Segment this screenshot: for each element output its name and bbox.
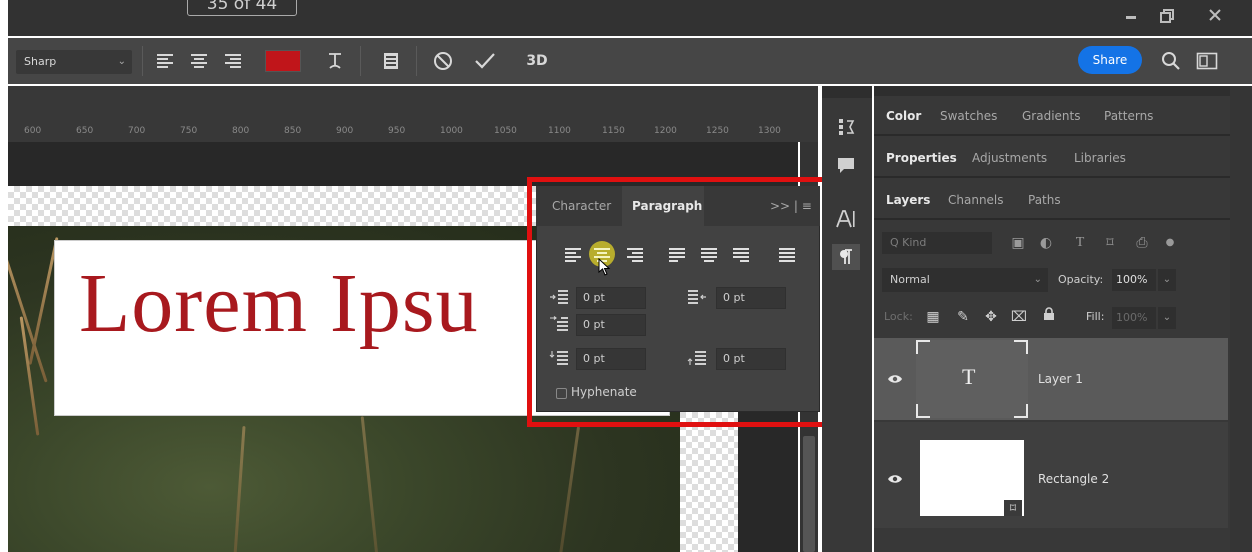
tab-layers[interactable]: Layers (886, 180, 930, 220)
shape-badge-icon: ⌑ (1004, 500, 1022, 516)
tab-channels[interactable]: Channels (948, 180, 1004, 220)
lock-position-icon[interactable]: ✥ (982, 306, 1000, 328)
warp-text-button[interactable] (322, 48, 348, 74)
tab-swatches[interactable]: Swatches (940, 96, 997, 136)
visibility-eye-icon[interactable] (886, 470, 904, 488)
commit-edits-button[interactable] (472, 48, 498, 74)
create-3d-button[interactable]: 3D (524, 48, 550, 74)
canvas-text[interactable]: Lorem Ipsu (79, 255, 479, 352)
opacity-label: Opacity: (1058, 273, 1104, 286)
align-right-button[interactable] (220, 48, 246, 74)
cancel-icon (434, 52, 452, 70)
ruler-label: 1300 (758, 126, 781, 136)
opacity-field[interactable]: 100% (1112, 269, 1156, 291)
ruler-label: 800 (232, 126, 250, 136)
pixel-filter-icon[interactable]: ▣ (1008, 232, 1028, 254)
lock-transparent-icon[interactable]: ▦ (924, 306, 942, 328)
search-button[interactable] (1158, 48, 1184, 74)
tab-properties[interactable]: Properties (886, 138, 957, 178)
text-color-swatch[interactable] (265, 50, 301, 72)
align-left-icon (157, 54, 173, 68)
ruler-label: 950 (388, 126, 406, 136)
shape-filter-icon[interactable]: ⌑ (1100, 232, 1120, 254)
tab-libraries[interactable]: Libraries (1074, 138, 1126, 178)
blend-mode-select[interactable]: Normal ⌄ (882, 268, 1048, 292)
ruler-label: 1100 (548, 126, 571, 136)
panels-icon (384, 53, 398, 69)
lock-artboard-icon[interactable]: ⌧ (1010, 306, 1028, 328)
character-panel-icon[interactable] (832, 206, 860, 232)
color-panel-group: Color Swatches Gradients Patterns ≡ (874, 96, 1252, 136)
lock-all-icon[interactable] (1040, 306, 1058, 328)
fill-field[interactable]: 100% (1112, 307, 1156, 329)
ruler-label: 850 (284, 126, 302, 136)
ruler-label: 650 (76, 126, 94, 136)
lock-label: Lock: (884, 310, 913, 323)
annotation-highlight-box (527, 177, 831, 427)
lock-pixels-icon[interactable]: ✎ (954, 306, 972, 328)
comments-icon[interactable] (832, 152, 860, 178)
ruler-label: 600 (24, 126, 42, 136)
toolbar-divider (416, 46, 417, 76)
chevron-down-icon: ⌄ (1033, 274, 1042, 285)
ruler-label: 1050 (494, 126, 517, 136)
fill-label: Fill: (1086, 310, 1105, 323)
visibility-eye-icon[interactable] (886, 370, 904, 388)
align-left-button[interactable] (152, 48, 178, 74)
character-paragraph-panel-button[interactable] (378, 48, 404, 74)
antialias-select[interactable]: Sharp ⌄ (16, 50, 132, 74)
minimize-icon[interactable] (1120, 8, 1142, 26)
warp-text-icon (329, 53, 341, 69)
search-icon (1162, 52, 1180, 70)
opacity-dropdown-icon[interactable]: ⌄ (1158, 269, 1176, 291)
scrollbar-thumb[interactable] (803, 436, 815, 552)
ruler-label: 750 (180, 126, 198, 136)
align-center-button[interactable] (186, 48, 212, 74)
layer-name[interactable]: Layer 1 (1038, 372, 1083, 386)
adjustment-filter-icon[interactable]: ◐ (1036, 232, 1056, 254)
layer-filter-kind[interactable]: Q Kind (882, 232, 992, 254)
fill-dropdown-icon[interactable]: ⌄ (1158, 307, 1176, 329)
tab-patterns[interactable]: Patterns (1104, 96, 1153, 136)
smart-object-filter-icon[interactable]: ⎙ (1132, 232, 1152, 254)
chevron-down-icon: ⌄ (117, 56, 126, 67)
collapse-arrows-icon[interactable] (822, 86, 872, 98)
checkmark-icon (475, 53, 495, 69)
align-center-icon (191, 54, 207, 68)
ruler-label: 1200 (654, 126, 677, 136)
type-layer-icon: T (962, 364, 976, 389)
close-icon[interactable] (1204, 8, 1226, 26)
workspace-icon (1196, 52, 1218, 70)
type-filter-icon[interactable]: T (1070, 232, 1090, 254)
paragraph-panel-icon[interactable] (832, 244, 860, 270)
align-right-icon (225, 54, 241, 68)
blend-mode-value: Normal (890, 273, 930, 286)
history-icon[interactable] (832, 114, 860, 140)
ruler-label: 1000 (440, 126, 463, 136)
ruler-label: 1250 (706, 126, 729, 136)
tab-paths[interactable]: Paths (1028, 180, 1061, 220)
ruler-label: 1150 (602, 126, 625, 136)
tab-color[interactable]: Color (886, 96, 921, 136)
ruler-label: 900 (336, 126, 354, 136)
antialias-value: Sharp (24, 55, 57, 68)
tab-gradients[interactable]: Gradients (1022, 96, 1080, 136)
toolbar-divider (142, 46, 143, 76)
layer-name[interactable]: Rectangle 2 (1038, 472, 1109, 486)
ruler-label: 700 (128, 126, 146, 136)
share-button[interactable]: Share (1078, 46, 1142, 74)
properties-panel-group: Properties Adjustments Libraries ≡ (874, 138, 1252, 178)
layers-panel-group: Layers Channels Paths ≡ (874, 180, 1252, 220)
workspace-button[interactable] (1194, 48, 1220, 74)
filter-toggle-icon[interactable]: ● (1160, 232, 1180, 254)
toolbar-divider (360, 46, 361, 76)
restore-icon[interactable] (1156, 8, 1178, 26)
horizontal-ruler: 600 650 700 750 800 850 900 950 1000 105… (8, 120, 798, 142)
cancel-edits-button[interactable] (430, 48, 456, 74)
panel-scrollbar[interactable] (1230, 86, 1252, 552)
page-counter: 35 of 44 (187, 0, 297, 16)
tab-adjustments[interactable]: Adjustments (972, 138, 1047, 178)
